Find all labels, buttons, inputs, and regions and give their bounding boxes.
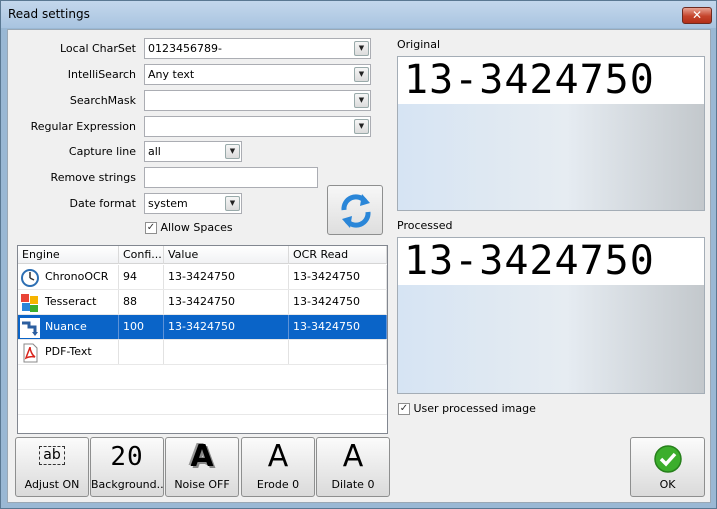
table-row[interactable]: ChronoOCR 94 13-3424750 13-3424750 [18,265,387,290]
remove-strings-input[interactable] [144,167,318,188]
chevron-down-icon[interactable]: ▼ [354,41,369,56]
chevron-down-icon[interactable]: ▼ [354,119,369,134]
engine-name: PDF-Text [45,345,92,358]
background-label: Background... [91,478,163,491]
confidence-cell: 88 [119,290,164,314]
erode-icon: A [267,439,289,474]
ocr-read-cell [289,340,387,364]
checkmark-icon [654,445,682,473]
noise-icon: A [190,439,214,474]
value-cell: 13-3424750 [164,290,289,314]
erode-button[interactable]: A Erode 0 [241,437,315,497]
refresh-icon [341,194,371,228]
allow-spaces-checkbox[interactable]: ✓ [145,222,157,234]
table-row-empty [18,390,387,415]
engine-cell: Tesseract [18,290,119,314]
read-settings-window: Read settings ✕ Local CharSet IntelliSea… [0,0,717,509]
title-bar[interactable]: Read settings ✕ [1,1,716,28]
dilate-button[interactable]: A Dilate 0 [316,437,390,497]
engine-cell: Nuance [18,315,119,339]
engine-name: Tesseract [45,295,97,308]
processed-image-panel: 13-3424750 [397,237,705,394]
local-charset-value: 0123456789- [148,42,222,55]
close-button[interactable]: ✕ [682,7,712,24]
value-cell: 13-3424750 [164,265,289,289]
chevron-down-icon[interactable]: ▼ [354,67,369,82]
processed-label: Processed [397,219,453,232]
value-cell [164,340,289,364]
engine-name: Nuance [45,320,87,333]
engine-name: ChronoOCR [45,270,109,283]
column-header-confidence[interactable]: Confi... [119,246,164,264]
ocr-read-cell: 13-3424750 [289,265,387,289]
column-header-value[interactable]: Value [164,246,289,264]
chevron-down-icon[interactable]: ▼ [225,196,240,211]
capture-line-select[interactable]: all ▼ [144,141,242,162]
chronoocr-icon [21,269,39,287]
remove-strings-label: Remove strings [50,171,136,184]
confidence-cell: 94 [119,265,164,289]
searchmask-label: SearchMask [69,94,136,107]
window-title: Read settings [8,7,90,21]
user-processed-row[interactable]: ✓ User processed image [398,401,536,417]
dialog-body: Local CharSet IntelliSearch SearchMask R… [7,29,711,503]
chevron-down-icon[interactable]: ▼ [225,144,240,159]
adjust-label: Adjust ON [24,478,80,491]
noise-label: Noise OFF [174,478,230,491]
original-image-text: 13-3424750 [398,57,704,104]
background-button[interactable]: 20 Background... [90,437,164,497]
intellisearch-label: IntelliSearch [67,68,136,81]
user-processed-checkbox[interactable]: ✓ [398,403,410,415]
ok-label: OK [659,478,676,491]
table-row[interactable]: Tesseract 88 13-3424750 13-3424750 [18,290,387,315]
local-charset-select[interactable]: 0123456789- ▼ [144,38,371,59]
column-header-engine[interactable]: Engine [18,246,119,264]
capture-line-label: Capture line [68,145,136,158]
allow-spaces-row[interactable]: ✓ Allow Spaces [145,220,233,236]
tesseract-icon [21,294,38,312]
ocr-read-cell: 13-3424750 [289,315,387,339]
intellisearch-select[interactable]: Any text ▼ [144,64,371,85]
ocr-results-table: Engine Confi... Value OCR Read ChronoOCR… [17,245,388,434]
engine-cell: ChronoOCR [18,265,119,289]
table-row-empty [18,365,387,390]
confidence-cell: 100 [119,315,164,339]
searchmask-select[interactable]: ▼ [144,90,371,111]
table-row[interactable]: PDF-Text [18,340,387,365]
noise-button[interactable]: A Noise OFF [165,437,239,497]
date-format-value: system [148,197,188,210]
ocr-read-cell: 13-3424750 [289,290,387,314]
background-icon: 20 [110,442,144,472]
regular-expression-label: Regular Expression [30,120,136,133]
nuance-icon [20,318,40,338]
ok-button[interactable]: OK [630,437,705,497]
confidence-cell [119,340,164,364]
processed-image-text: 13-3424750 [398,238,704,285]
regular-expression-select[interactable]: ▼ [144,116,371,137]
local-charset-label: Local CharSet [60,42,136,55]
dilate-icon: A [342,439,364,474]
engine-cell: PDF-Text [18,340,119,364]
capture-line-value: all [148,145,161,158]
date-format-label: Date format [69,197,137,210]
intellisearch-value: Any text [148,68,195,81]
table-header: Engine Confi... Value OCR Read [18,246,387,264]
column-header-ocr-read[interactable]: OCR Read [289,246,387,264]
dilate-label: Dilate 0 [331,478,375,491]
original-image-panel: 13-3424750 [397,56,705,211]
pdf-icon [23,343,38,363]
erode-label: Erode 0 [256,478,300,491]
adjust-button[interactable]: ab Adjust ON [15,437,89,497]
chevron-down-icon[interactable]: ▼ [354,93,369,108]
original-label: Original [397,38,441,51]
value-cell: 13-3424750 [164,315,289,339]
table-row-selected[interactable]: Nuance 100 13-3424750 13-3424750 [18,315,387,340]
user-processed-label: User processed image [413,402,536,415]
allow-spaces-label: Allow Spaces [160,221,233,234]
refresh-button[interactable] [327,185,383,235]
text-adjust-icon: ab [16,442,88,472]
date-format-select[interactable]: system ▼ [144,193,242,214]
